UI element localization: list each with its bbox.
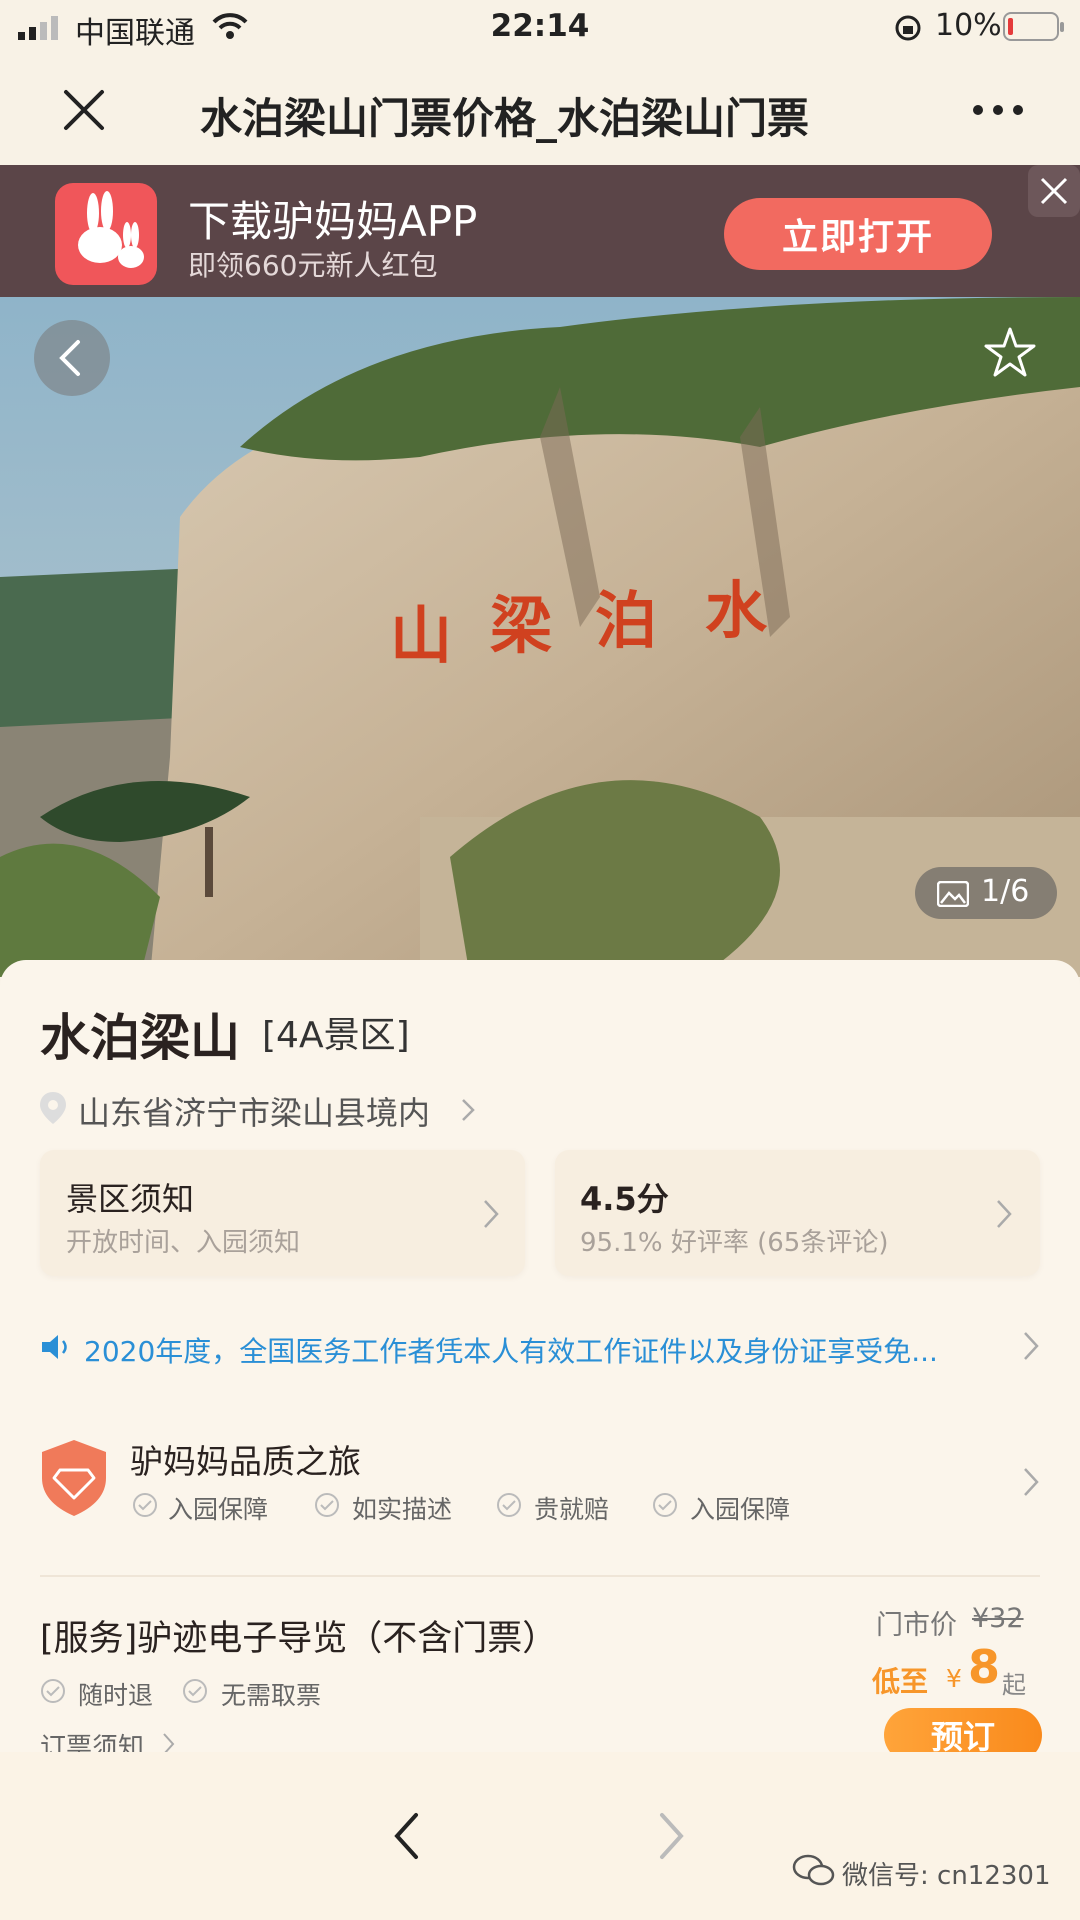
spot-level-badge: [4A景区]	[262, 1015, 410, 1056]
favorite-star-icon[interactable]	[982, 325, 1038, 381]
address-link[interactable]: 山东省济宁市梁山县境内	[78, 1088, 430, 1134]
watermark: 微信号: cn12301	[842, 1861, 1051, 1891]
announcement-link[interactable]: 2020年度，全国医务工作者凭本人有效工作证件以及身份证享受免...	[84, 1330, 964, 1370]
banner-title: 下载驴妈妈APP	[188, 197, 478, 246]
scenic-photo: 山 梁 泊 水	[0, 297, 1080, 977]
check-circle-icon	[315, 1493, 339, 1517]
check-circle-icon	[41, 1679, 65, 1703]
back-arrow-icon[interactable]	[32, 318, 112, 398]
rotation-lock-icon	[895, 15, 921, 41]
photo-counter: 1/6	[981, 874, 1030, 909]
chevron-right-icon	[462, 1099, 475, 1121]
svg-text:梁: 梁	[490, 589, 552, 662]
check-circle-icon	[497, 1493, 521, 1517]
hero-photo[interactable]: 山 梁 泊 水 1/6	[0, 297, 1080, 977]
page-title: 水泊梁山门票价格_水泊梁山门票	[200, 94, 810, 143]
inscription-char: 山	[390, 599, 452, 672]
check-circle-icon	[133, 1493, 157, 1517]
quality-item: 如实描述	[352, 1495, 453, 1524]
price-value: 8	[968, 1640, 1001, 1694]
browser-back-icon[interactable]	[392, 1812, 420, 1860]
market-price: ¥32	[972, 1603, 1024, 1634]
svg-text:泊: 泊	[595, 584, 657, 657]
image-icon	[937, 881, 969, 907]
banner-close-icon[interactable]	[1028, 165, 1080, 217]
rating-score: 4.5分	[580, 1180, 669, 1218]
quality-item: 贵就赔	[534, 1495, 610, 1524]
price-prefix: 低至	[872, 1665, 929, 1698]
chevron-right-icon	[1024, 1332, 1039, 1360]
browser-forward-icon[interactable]	[658, 1812, 686, 1860]
quality-item: 入园保障	[690, 1495, 791, 1524]
spot-name: 水泊梁山	[40, 1009, 240, 1067]
browser-bottom-bar	[0, 1752, 1080, 1920]
quality-item: 入园保障	[168, 1495, 269, 1524]
open-app-button[interactable]: 立即打开	[724, 198, 992, 270]
check-circle-icon	[653, 1493, 677, 1517]
battery-icon	[1003, 12, 1064, 41]
speaker-icon	[42, 1335, 67, 1359]
product-tag: 无需取票	[221, 1681, 322, 1710]
check-circle-icon	[183, 1679, 207, 1703]
product-title[interactable]: [服务]驴迹电子导览（不含门票）	[40, 1610, 557, 1661]
chevron-right-icon	[1024, 1468, 1039, 1496]
notice-title: 景区须知	[66, 1180, 195, 1218]
divider	[40, 1575, 1040, 1577]
shield-icon	[42, 1440, 106, 1516]
wechat-icon	[792, 1854, 835, 1886]
chevron-right-icon	[997, 1200, 1012, 1228]
app-logo-icon	[55, 183, 157, 285]
location-pin-icon	[40, 1092, 66, 1124]
svg-text:水: 水	[705, 574, 768, 647]
notice-subtitle: 开放时间、入园须知	[66, 1228, 301, 1258]
product-tag: 随时退	[78, 1681, 154, 1710]
banner-subtitle: 即领660元新人红包	[188, 249, 438, 282]
status-bar: 中国联通 22:14 10%	[0, 0, 1080, 55]
battery-percent: 10%	[935, 8, 1002, 43]
quality-title: 驴妈妈品质之旅	[130, 1442, 361, 1481]
close-icon[interactable]	[62, 88, 106, 132]
price-suffix: 起	[1002, 1671, 1026, 1699]
price-currency: ¥	[946, 1664, 962, 1693]
market-price-label: 门市价	[876, 1610, 957, 1641]
chevron-right-icon	[484, 1200, 499, 1228]
rating-summary: 95.1% 好评率 (65条评论)	[580, 1228, 889, 1258]
photo-counter-badge[interactable]: 1/6	[915, 867, 1057, 919]
more-icon[interactable]	[970, 100, 1026, 120]
